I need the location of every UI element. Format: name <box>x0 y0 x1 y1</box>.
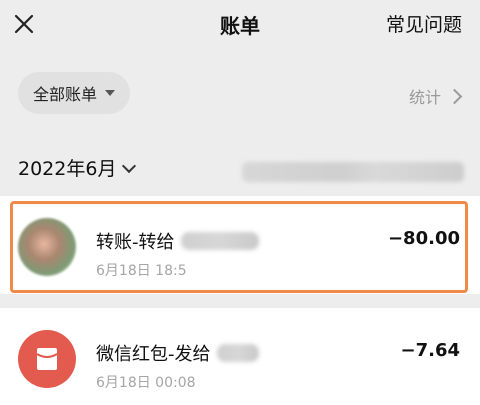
bill-filter-label: 全部账单 <box>32 85 97 104</box>
transaction-amount: −80.00 <box>387 228 460 249</box>
bill-filter-dropdown[interactable]: 全部账单 <box>18 72 130 114</box>
transaction-item[interactable]: 微信红包-发给 6月18日 00:08 −7.64 <box>0 308 480 405</box>
red-packet-icon <box>18 330 76 388</box>
redacted-month-summary <box>242 162 464 182</box>
transaction-amount: −7.64 <box>400 340 461 361</box>
filter-row: 全部账单 统计 <box>0 62 480 126</box>
transaction-time: 6月18日 18:5 <box>96 263 187 279</box>
top-bar: 账单 常见问题 <box>0 0 480 52</box>
stats-link[interactable]: 统计 <box>408 84 463 108</box>
month-row: 2022年6月 <box>0 140 480 194</box>
chevron-right-icon <box>446 88 463 104</box>
chevron-down-icon <box>122 158 137 173</box>
transaction-title-text: 转账-转给 <box>96 232 175 253</box>
redacted-recipient-name <box>216 344 259 362</box>
caret-down-icon <box>105 90 115 96</box>
month-label: 2022年6月 <box>18 158 117 180</box>
transaction-item[interactable]: 转账-转给 6月18日 18:5 −80.00 <box>0 196 480 294</box>
transaction-title: 转账-转给 <box>96 228 259 254</box>
transaction-title: 微信红包-发给 <box>96 340 259 366</box>
avatar <box>18 218 76 276</box>
bill-page: 账单 常见问题 全部账单 统计 2022年6月 转账-转给 6月18日 18:5… <box>0 0 480 405</box>
month-selector[interactable]: 2022年6月 <box>18 154 137 181</box>
transaction-title-text: 微信红包-发给 <box>96 344 211 365</box>
stats-label: 统计 <box>408 88 441 107</box>
redacted-recipient-name <box>180 232 259 250</box>
transaction-time: 6月18日 00:08 <box>96 375 196 391</box>
faq-link[interactable]: 常见问题 <box>386 10 462 37</box>
